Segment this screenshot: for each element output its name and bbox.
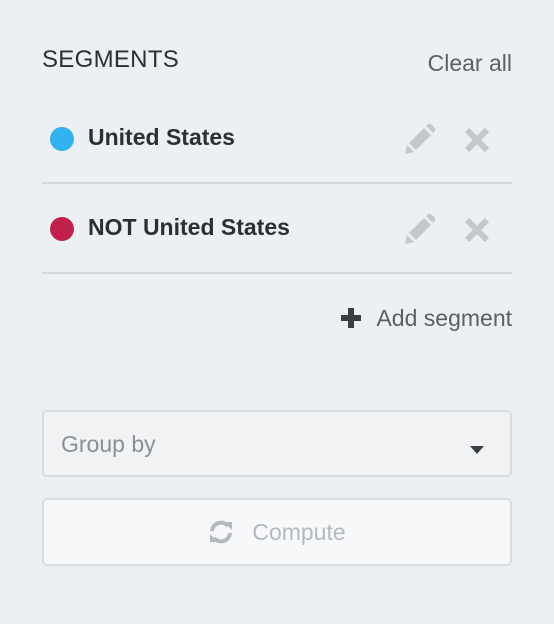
- refresh-icon: [208, 519, 234, 545]
- group-by-select[interactable]: Group by: [42, 410, 512, 477]
- segment-color-dot: [50, 217, 74, 241]
- group-by-placeholder: Group by: [61, 431, 156, 457]
- clear-all-link[interactable]: Clear all: [428, 50, 512, 77]
- segment-color-dot: [50, 127, 74, 151]
- compute-button[interactable]: Compute: [42, 498, 512, 566]
- caret-down-icon: [470, 441, 484, 454]
- compute-button-content: Compute: [44, 500, 510, 564]
- segments-title: SEGMENTS: [42, 46, 180, 73]
- segment-label: United States: [88, 124, 235, 150]
- add-segment-button[interactable]: Add segment: [340, 302, 512, 334]
- plus-icon: [340, 307, 362, 329]
- close-icon[interactable]: [462, 215, 492, 245]
- pencil-icon[interactable]: [402, 123, 436, 157]
- compute-label: Compute: [252, 518, 346, 545]
- segment-item-not-united-states: NOT United States: [42, 184, 512, 274]
- add-segment-label: Add segment: [376, 304, 512, 331]
- segment-item-united-states: United States: [42, 94, 512, 184]
- close-icon[interactable]: [462, 125, 492, 155]
- segments-header: SEGMENTS Clear all: [42, 46, 512, 82]
- segment-label: NOT United States: [88, 214, 290, 240]
- pencil-icon[interactable]: [402, 213, 436, 247]
